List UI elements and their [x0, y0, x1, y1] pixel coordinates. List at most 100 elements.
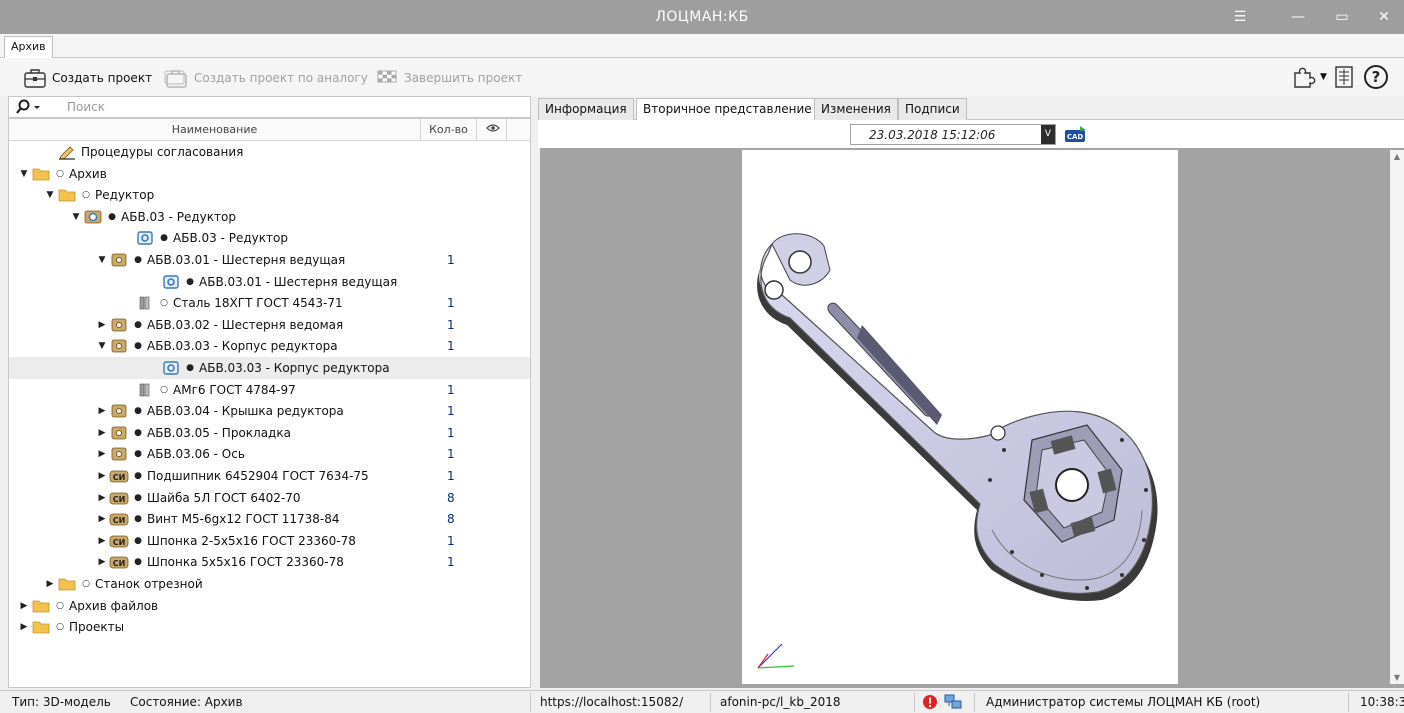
- expanded-arrow-icon[interactable]: ▼: [95, 341, 109, 351]
- tree-row-label: АМг6 ГОСТ 4784-97: [173, 382, 296, 397]
- status-dot-icon: ●: [134, 449, 142, 460]
- tree-row-qty: 1: [447, 425, 455, 440]
- tree-row[interactable]: ▶ ○ Проекты: [9, 616, 530, 638]
- collapsed-arrow-icon[interactable]: ▶: [95, 449, 109, 459]
- expanded-arrow-icon[interactable]: ▼: [95, 255, 109, 265]
- cad-badge-text: CAD: [1067, 133, 1084, 141]
- tree-row[interactable]: ▶ ● АБВ.03.05 - Прокладка 1: [9, 422, 530, 444]
- tree-row[interactable]: ▶ СИ ● Шпонка 5x5x16 ГОСТ 23360-78 1: [9, 551, 530, 573]
- close-icon[interactable]: ✕: [1364, 4, 1404, 30]
- minimize-icon[interactable]: —: [1278, 4, 1318, 30]
- tab-1[interactable]: Вторичное представление: [636, 98, 819, 121]
- collapsed-arrow-icon[interactable]: ▶: [95, 514, 109, 524]
- status-dot-icon: ●: [134, 341, 142, 352]
- expanded-arrow-icon[interactable]: ▼: [17, 169, 31, 179]
- tree-row[interactable]: ▶ СИ ● Шайба 5Л ГОСТ 6402-70 8: [9, 487, 530, 509]
- tree-row[interactable]: ▶ ○ Архив файлов: [9, 595, 530, 617]
- tree-row[interactable]: ▶ СИ ● Шпонка 2-5x5x16 ГОСТ 23360-78 1: [9, 530, 530, 552]
- collapsed-arrow-icon[interactable]: ▶: [95, 493, 109, 503]
- collapsed-arrow-icon[interactable]: ▶: [17, 622, 31, 632]
- chevron-down-icon[interactable]: ▼: [1320, 72, 1327, 82]
- collapsed-arrow-icon[interactable]: ▶: [95, 536, 109, 546]
- status-dot-icon: ●: [134, 557, 142, 568]
- tree-row[interactable]: ▼ ● АБВ.03.03 - Корпус редуктора 1: [9, 335, 530, 357]
- svg-text:СИ: СИ: [113, 538, 126, 547]
- hamburger-icon[interactable]: ☰: [1220, 4, 1260, 30]
- tree-row[interactable]: ○ Сталь 18ХГТ ГОСТ 4543-71 1: [9, 292, 530, 314]
- status-type: Тип: 3D-модель: [12, 695, 111, 709]
- status-dot-icon: ●: [134, 406, 142, 417]
- tree-row[interactable]: ▼ ● АБВ.03 - Редуктор: [9, 206, 530, 228]
- procedure-icon: [57, 143, 77, 161]
- scroll-down-icon[interactable]: ▼: [1390, 673, 1404, 682]
- collapsed-arrow-icon[interactable]: ▶: [95, 406, 109, 416]
- folder-icon: [31, 597, 51, 615]
- create-project-button[interactable]: Создать проект: [24, 66, 152, 90]
- standard-icon: СИ: [109, 467, 129, 485]
- create-by-analog-button[interactable]: Создать проект по аналогу: [164, 66, 368, 90]
- finish-project-button[interactable]: Завершить проект: [376, 66, 522, 90]
- maximize-icon[interactable]: ▭: [1322, 4, 1362, 30]
- tree-row[interactable]: ● АБВ.03.01 - Шестерня ведущая: [9, 271, 530, 293]
- tab-3[interactable]: Подписи: [898, 98, 967, 120]
- network-icon[interactable]: [944, 694, 962, 710]
- collapsed-arrow-icon[interactable]: ▶: [95, 320, 109, 330]
- collapsed-arrow-icon[interactable]: ▶: [43, 579, 57, 589]
- tree-row[interactable]: Процедуры согласования: [9, 141, 530, 163]
- chevron-down-icon[interactable]: V: [1041, 125, 1055, 144]
- tree-row[interactable]: ▼ ● АБВ.03.01 - Шестерня ведущая 1: [9, 249, 530, 271]
- tree-row[interactable]: ▼ ○ Архив: [9, 163, 530, 185]
- eye-icon[interactable]: [479, 119, 507, 141]
- tab-2[interactable]: Изменения: [814, 98, 898, 120]
- scroll-up-icon[interactable]: ▲: [1390, 152, 1404, 161]
- collapsed-arrow-icon[interactable]: ▶: [17, 601, 31, 611]
- tree-row[interactable]: ▶ ● АБВ.03.02 - Шестерня ведомая 1: [9, 314, 530, 336]
- ribbon-tab-archive[interactable]: Архив: [4, 36, 53, 58]
- cad-icon[interactable]: CAD: [1064, 125, 1088, 145]
- briefcase-copy-icon: [164, 70, 187, 88]
- tree-row-label: Станок отрезной: [95, 577, 203, 591]
- expanded-arrow-icon[interactable]: ▼: [69, 212, 83, 222]
- standard-icon: СИ: [109, 510, 129, 528]
- version-date-select[interactable]: 23.03.2018 15:12:06 V: [850, 124, 1056, 145]
- window-title: ЛОЦМАН:КБ: [655, 9, 749, 25]
- standard-icon: СИ: [109, 553, 129, 571]
- column-header-qty[interactable]: Кол-во: [421, 119, 477, 141]
- status-url: https://localhost:15082/: [540, 695, 684, 709]
- report-icon[interactable]: [1333, 65, 1355, 89]
- search-input[interactable]: [67, 99, 517, 115]
- expanded-arrow-icon[interactable]: ▼: [43, 190, 57, 200]
- collapsed-arrow-icon[interactable]: ▶: [95, 471, 109, 481]
- checkered-flag-icon: [377, 70, 397, 83]
- status-dot-icon: ●: [134, 471, 142, 481]
- tree-row[interactable]: ▶ ○ Станок отрезной: [9, 573, 530, 595]
- viewer-scrollbar[interactable]: ▲ ▼: [1390, 150, 1404, 684]
- search-icon[interactable]: [15, 99, 43, 118]
- error-icon[interactable]: [922, 694, 938, 710]
- svg-text:СИ: СИ: [113, 495, 126, 504]
- tree-row[interactable]: ▶ ● АБВ.03.04 - Крышка редуктора 1: [9, 400, 530, 422]
- tree-row-label: АБВ.03.05 - Прокладка: [147, 425, 291, 440]
- tree-row[interactable]: ▶ СИ ● Винт М5-6gx12 ГОСТ 11738-84 8: [9, 508, 530, 530]
- tree-row[interactable]: ○ АМг6 ГОСТ 4784-97 1: [9, 379, 530, 401]
- puzzle-icon[interactable]: [1292, 65, 1318, 89]
- part-icon: [109, 402, 129, 420]
- help-icon[interactable]: ?: [1363, 64, 1389, 90]
- tree-row[interactable]: ● АБВ.03.03 - Корпус редуктора: [9, 357, 530, 379]
- svg-text:?: ?: [1372, 68, 1381, 86]
- tab-0[interactable]: Информация: [538, 98, 634, 120]
- collapsed-arrow-icon[interactable]: ▶: [95, 557, 109, 567]
- tree-row[interactable]: ▶ ● АБВ.03.06 - Ось 1: [9, 443, 530, 465]
- tree-row[interactable]: ▶ СИ ● Подшипник 6452904 ГОСТ 7634-75 1: [9, 465, 530, 487]
- column-header-name[interactable]: Наименование: [9, 119, 421, 141]
- collapsed-arrow-icon[interactable]: ▶: [95, 428, 109, 438]
- model-canvas[interactable]: [742, 150, 1178, 684]
- status-dot-icon: ●: [134, 427, 142, 438]
- tree-row-qty: 1: [447, 339, 455, 354]
- model-viewer[interactable]: ▲ ▼: [540, 148, 1404, 688]
- tree-row[interactable]: ● АБВ.03 - Редуктор: [9, 227, 530, 249]
- detail-tabs: Информация Вторичное представление Изменен…: [538, 96, 1404, 121]
- toolbar: Создать проект Создать проект по аналогу…: [0, 58, 1404, 96]
- standard-icon: СИ: [109, 532, 129, 550]
- tree-row[interactable]: ▼ ○ Редуктор: [9, 184, 530, 206]
